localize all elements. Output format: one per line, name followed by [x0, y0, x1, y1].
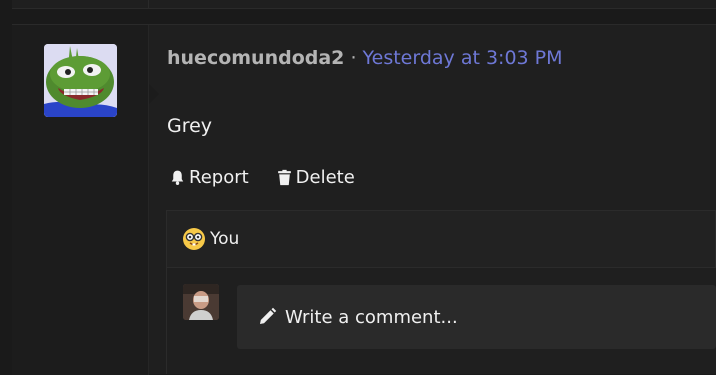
pencil-icon [260, 307, 277, 324]
message-post: huecomundoda2 · Yesterday at 3:03 PM Gre… [12, 24, 716, 375]
user-photo-image [183, 284, 219, 320]
report-button[interactable]: Report [169, 167, 249, 188]
message-attribution: huecomundoda2 · Yesterday at 3:03 PM [167, 47, 563, 69]
reaction-summary[interactable]: You [182, 227, 239, 251]
timestamp-link[interactable]: Yesterday at 3:03 PM [363, 47, 563, 69]
comment-placeholder: Write a comment... [285, 306, 458, 328]
reactions-bar: You [166, 210, 716, 268]
bell-icon [171, 170, 184, 185]
separator: · [350, 47, 357, 69]
message-actions: Report Delete [169, 167, 355, 188]
report-label: Report [189, 167, 249, 188]
avatar[interactable] [44, 44, 117, 117]
current-user-avatar[interactable] [183, 284, 219, 320]
comments-block: Write a comment... [166, 268, 716, 374]
delete-button[interactable]: Delete [276, 167, 355, 188]
user-cell [12, 25, 159, 375]
message-content: huecomundoda2 · Yesterday at 3:03 PM Gre… [149, 25, 716, 374]
trash-icon [277, 169, 291, 186]
delete-label: Delete [295, 167, 355, 188]
username-link[interactable]: huecomundoda2 [167, 47, 344, 69]
nerd-face-icon [183, 228, 205, 250]
previous-message-footer [12, 0, 716, 9]
message-body: Grey [167, 115, 213, 137]
divider [148, 0, 149, 9]
reaction-who: You [210, 229, 240, 249]
comment-input[interactable]: Write a comment... [237, 285, 716, 349]
pepe-avatar-image [44, 44, 117, 117]
